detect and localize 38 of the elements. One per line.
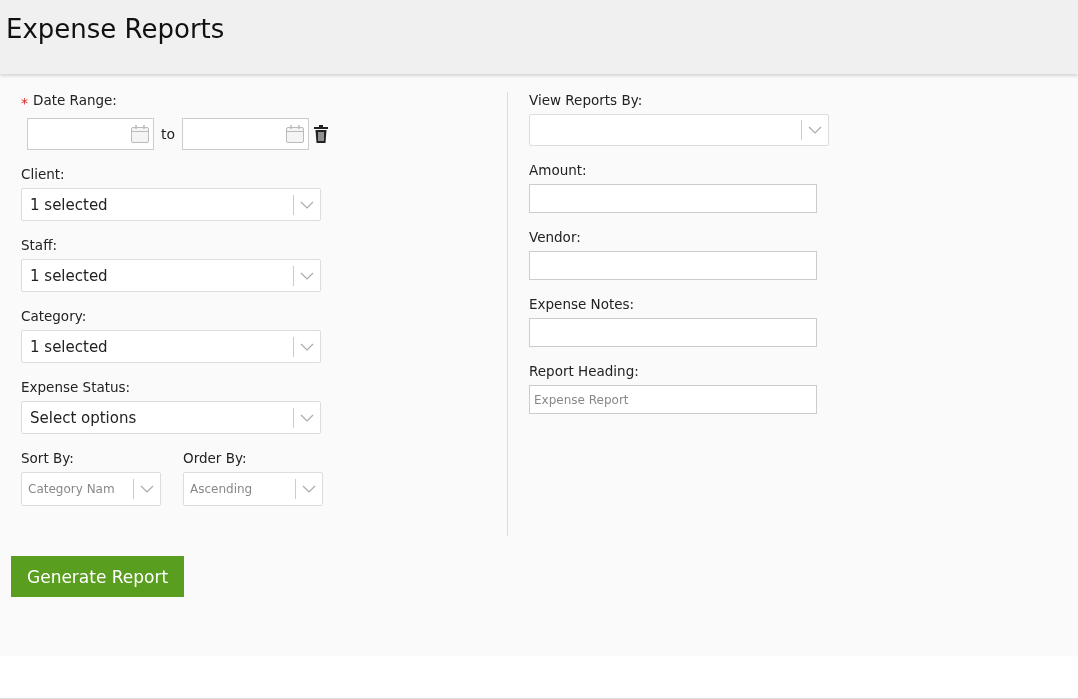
chevron-down-icon [300, 342, 314, 351]
field-label: Vendor: [529, 229, 582, 245]
field-label: Expense Status: [21, 379, 132, 395]
field-label: Amount: [529, 162, 588, 178]
dropdown[interactable]: 1 selected [21, 259, 321, 292]
page-title: Expense Reports [6, 14, 225, 44]
field-label: Category: [21, 308, 88, 324]
dropdown[interactable]: 1 selected [21, 188, 321, 221]
dropdown[interactable] [529, 114, 829, 146]
text-field[interactable]: Expense Report [529, 385, 817, 414]
dropdown[interactable]: 1 selected [21, 330, 321, 363]
field-label: Order By: [183, 450, 248, 466]
trash-icon[interactable] [314, 125, 329, 143]
field-label: Sort By: [21, 450, 75, 466]
field-label: Expense Notes: [529, 296, 636, 312]
chevron-down-icon [302, 485, 316, 493]
chevron-down-icon [300, 413, 314, 422]
date-field[interactable] [27, 118, 154, 150]
text-field[interactable] [529, 251, 817, 280]
field-label: Staff: [21, 237, 58, 253]
dropdown[interactable]: Category Nam [21, 472, 161, 506]
chevron-down-icon [300, 271, 314, 280]
field-label: Date Range: [33, 92, 117, 108]
field-label: View Reports By: [529, 92, 644, 108]
date-field[interactable] [182, 118, 310, 150]
required-asterisk: * [21, 95, 28, 111]
calendar-icon[interactable] [285, 124, 306, 144]
chevron-down-icon [140, 485, 154, 493]
dropdown[interactable]: Select options [21, 401, 321, 434]
text-field[interactable] [529, 318, 817, 347]
chevron-down-icon [300, 200, 314, 209]
text-field[interactable] [529, 184, 817, 213]
date-separator: to [161, 126, 176, 142]
field-label: Report Heading: [529, 363, 640, 379]
chevron-down-icon [808, 126, 822, 134]
dropdown[interactable]: Ascending [183, 472, 323, 506]
calendar-icon[interactable] [130, 124, 150, 144]
field-label: Client: [21, 166, 66, 182]
